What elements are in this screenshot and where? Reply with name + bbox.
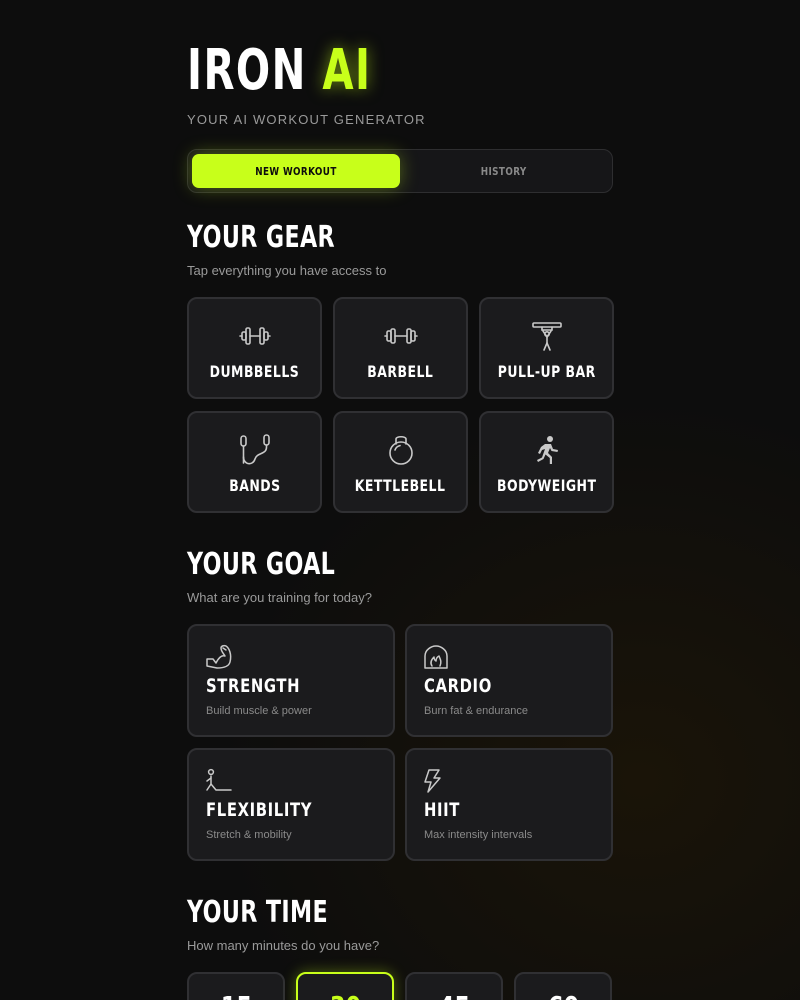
goal-label-flexibility: FLEXIBILITY: [206, 799, 313, 821]
time-option-value: 30: [329, 990, 360, 1000]
gear-card-barbell[interactable]: BARBELL: [333, 297, 468, 399]
stretching-person-icon: [205, 768, 233, 796]
kettlebell-icon: [384, 433, 418, 467]
gear-card-pullup-bar[interactable]: PULL-UP BAR: [479, 297, 614, 399]
goal-card-flexibility[interactable]: FLEXIBILITY Stretch & mobility: [187, 748, 395, 861]
time-section-subtitle: How many minutes do you have?: [187, 938, 380, 953]
goal-label-strength: STRENGTH: [206, 675, 301, 697]
time-option-value: 60: [547, 990, 578, 1000]
barbell-icon: [383, 319, 418, 353]
goal-card-hiit[interactable]: HIIT Max intensity intervals: [405, 748, 613, 861]
running-person-icon: [530, 433, 564, 467]
tab-new-workout-label: NEW WORKOUT: [255, 164, 337, 178]
gear-title-text: YOUR GEAR: [187, 220, 335, 255]
flexed-arm-icon: [205, 644, 233, 672]
time-title-text: YOUR TIME: [187, 895, 329, 930]
gear-label-dumbbells: DUMBBELLS: [209, 362, 300, 381]
time-option-60[interactable]: 60: [514, 972, 612, 1000]
gear-label-bands: BANDS: [228, 476, 281, 495]
resistance-bands-icon: [238, 433, 272, 467]
gear-label-kettlebell: KETTLEBELL: [355, 476, 446, 495]
goal-title-text: YOUR GOAL: [187, 547, 336, 582]
flame-icon: [423, 644, 451, 672]
goal-desc-strength: Build muscle & power: [206, 705, 312, 717]
gear-card-bands[interactable]: BANDS: [187, 411, 322, 513]
brand-title-accent: AI: [322, 38, 372, 103]
gear-card-dumbbells[interactable]: DUMBBELLS: [187, 297, 322, 399]
time-option-value: 15: [220, 990, 251, 1000]
goal-desc-flexibility: Stretch & mobility: [206, 829, 292, 841]
tab-new-workout[interactable]: NEW WORKOUT: [192, 154, 400, 188]
pullup-bar-icon: [530, 319, 564, 353]
tab-history[interactable]: HISTORY: [400, 154, 608, 188]
goal-section-subtitle: What are you training for today?: [187, 590, 372, 605]
gear-section-subtitle: Tap everything you have access to: [187, 263, 387, 278]
goal-desc-hiit: Max intensity intervals: [424, 829, 533, 841]
goal-section-title: YOUR GOAL: [187, 547, 387, 583]
goal-card-cardio[interactable]: CARDIO Burn fat & endurance: [405, 624, 613, 737]
gear-card-bodyweight[interactable]: BODYWEIGHT: [479, 411, 614, 513]
app-tagline: YOUR AI WORKOUT GENERATOR: [187, 112, 426, 127]
dumbbell-icon: [238, 319, 272, 353]
time-option-45[interactable]: 45: [405, 972, 503, 1000]
brand-title-main: IRON: [187, 38, 307, 103]
tab-history-label: HISTORY: [481, 164, 527, 178]
time-option-15[interactable]: 15: [187, 972, 285, 1000]
gear-card-kettlebell[interactable]: KETTLEBELL: [333, 411, 468, 513]
goal-label-hiit: HIIT: [424, 799, 461, 821]
mode-tabs: NEW WORKOUT HISTORY: [187, 149, 613, 193]
time-option-30[interactable]: 30: [296, 972, 394, 1000]
goal-label-cardio: CARDIO: [424, 675, 492, 697]
goal-desc-cardio: Burn fat & endurance: [424, 705, 528, 717]
time-section-title: YOUR TIME: [187, 895, 378, 931]
lightning-icon: [423, 768, 451, 796]
gear-label-pullup-bar: PULL-UP BAR: [497, 362, 596, 381]
gear-label-bodyweight: BODYWEIGHT: [496, 476, 597, 495]
gear-section-title: YOUR GEAR: [187, 220, 387, 256]
app-logo: IRON AI: [187, 38, 443, 104]
gear-label-barbell: BARBELL: [367, 362, 434, 381]
goal-card-strength[interactable]: STRENGTH Build muscle & power: [187, 624, 395, 737]
time-option-value: 45: [438, 990, 469, 1000]
